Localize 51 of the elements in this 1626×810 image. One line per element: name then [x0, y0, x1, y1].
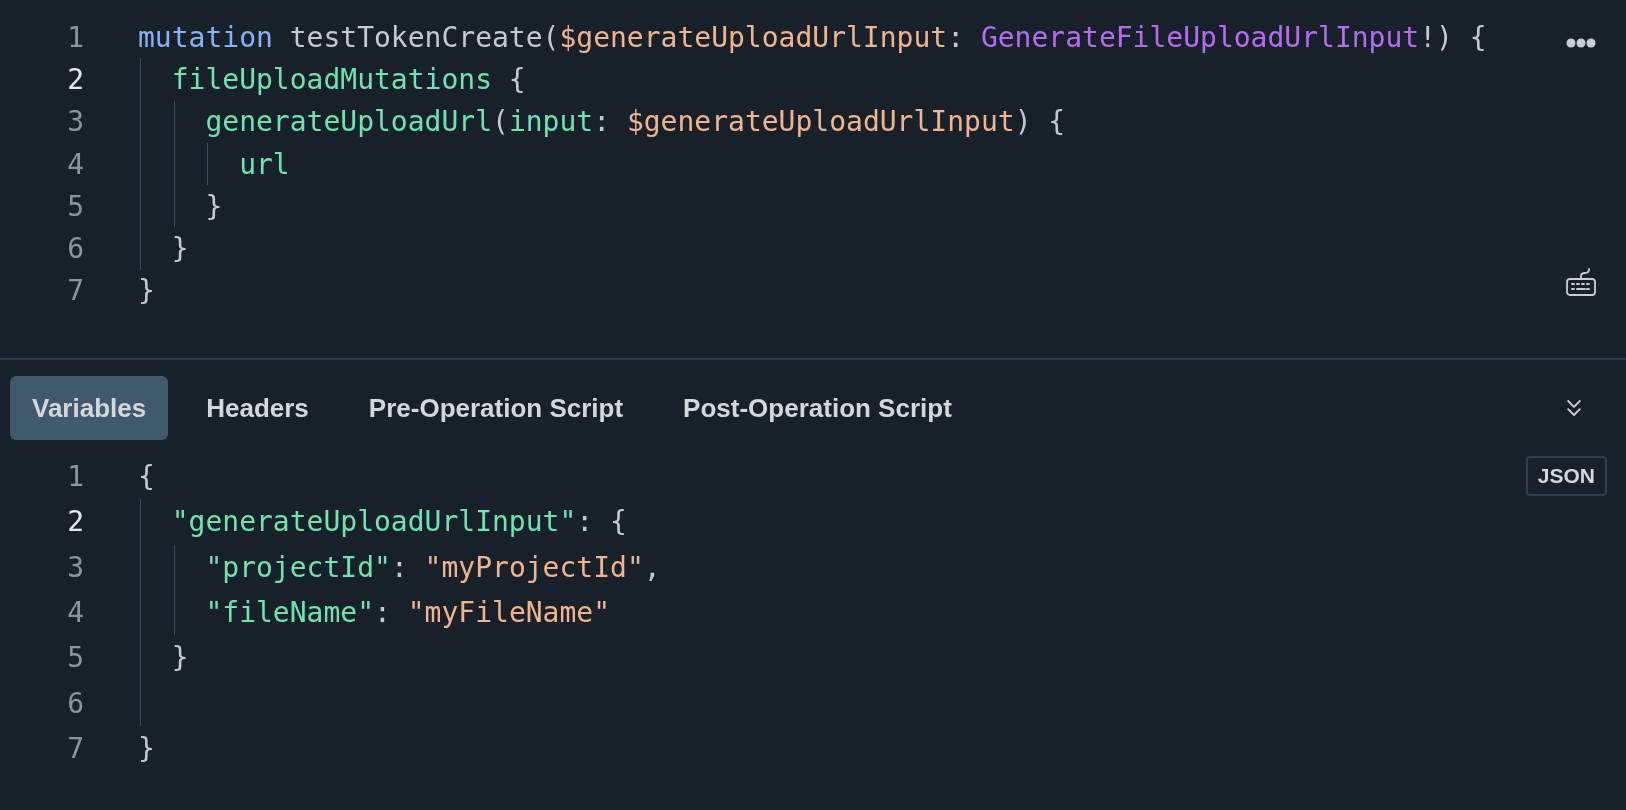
code-token: url — [238, 147, 290, 181]
line-number: 7 — [66, 731, 84, 765]
line-number: 7 — [66, 274, 84, 308]
code-token: mutation — [138, 20, 273, 54]
code-token: : — [947, 20, 966, 54]
tab[interactable]: Post-Operation Script — [661, 376, 974, 440]
code-token: { — [138, 460, 155, 494]
keyboard-icon[interactable] — [1565, 266, 1597, 298]
line-number: 4 — [66, 147, 84, 181]
code-token: } — [170, 232, 189, 266]
code-token: : — [374, 596, 392, 630]
code-token: "fileName" — [204, 596, 374, 630]
code-token: } — [170, 641, 189, 675]
code-token: "generateUploadUrlInput" — [170, 505, 577, 539]
code-token: GenerateFileUploadUrlInput — [980, 20, 1420, 54]
line-number: 4 — [66, 596, 84, 630]
code-token: $generateUploadUrlInput — [626, 105, 1015, 139]
code-token: generateUploadUrl — [204, 105, 492, 139]
code-token: { — [507, 62, 526, 96]
tab[interactable]: Variables — [10, 376, 169, 440]
code-token: ( — [492, 105, 509, 139]
line-number: 2 — [66, 62, 84, 96]
code-token: } — [138, 731, 155, 765]
json-badge: JSON — [1525, 456, 1607, 496]
tab[interactable]: Pre-Operation Script — [346, 376, 646, 440]
more-icon[interactable] — [1566, 38, 1596, 48]
code-token: input — [508, 105, 594, 139]
code-token: "projectId" — [204, 550, 391, 584]
line-number: 3 — [66, 105, 84, 139]
line-number: 6 — [66, 232, 84, 266]
code-token: , — [643, 550, 661, 584]
code-token: } — [204, 189, 223, 223]
code-token: !) { — [1419, 20, 1487, 54]
tab[interactable]: Headers — [184, 376, 331, 440]
code-token: $generateUploadUrlInput — [559, 20, 948, 54]
code-token: ) { — [1014, 105, 1066, 139]
code-token: "myFileName" — [407, 596, 611, 630]
code-token: : — [593, 105, 612, 139]
line-number: 5 — [66, 641, 84, 675]
line-number: 1 — [66, 20, 84, 54]
line-number: 6 — [66, 686, 84, 720]
code-token: } — [138, 274, 155, 308]
line-number: 3 — [66, 550, 84, 584]
code-token: testTokenCreate( — [288, 20, 560, 54]
line-number: 2 — [66, 505, 84, 539]
code-token: fileUploadMutations — [170, 62, 492, 96]
code-token: : { — [576, 505, 627, 539]
line-number: 1 — [66, 460, 84, 494]
line-number: 5 — [66, 189, 84, 223]
code-token: : — [390, 550, 409, 584]
code-token: "myProjectId" — [424, 550, 644, 584]
